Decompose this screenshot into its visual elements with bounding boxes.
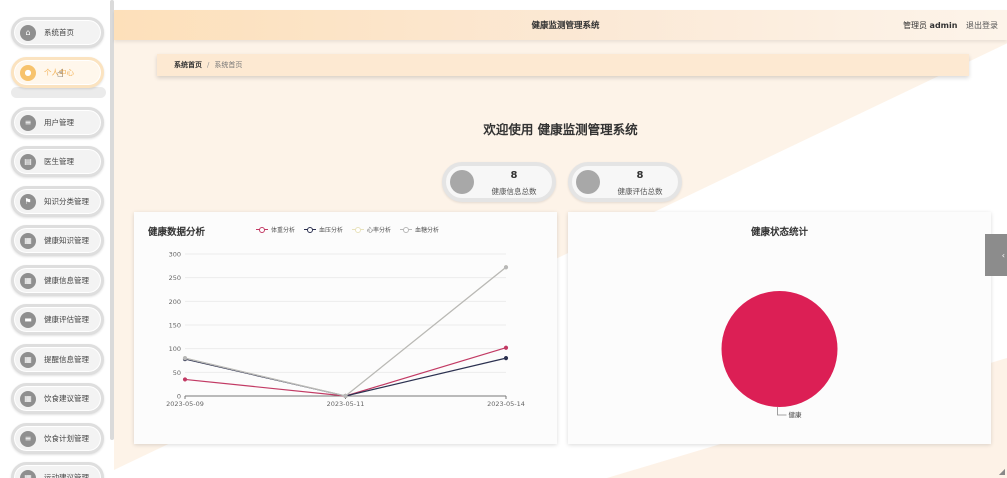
sidebar-item-label: 系统首页 bbox=[44, 28, 74, 37]
app-title: 健康监测管理系统 bbox=[531, 21, 600, 31]
sidebar-item-5[interactable]: ▦ 健康知识管理 bbox=[11, 225, 104, 256]
sidebar: ⌂ 系统首页 ● 个人中心 ≡ 用户管理 ▤ 医生管理 ⚑ 知识分类管理 ▦ 健康知识管理 ▦ 健康信息管… bbox=[0, 0, 114, 478]
home-icon: ⌂ bbox=[20, 24, 36, 41]
series-line bbox=[184, 266, 507, 397]
y-tick-label: 300 bbox=[169, 251, 181, 259]
sidebar-item-label: 医生管理 bbox=[44, 157, 74, 166]
sidebar-item-0[interactable]: ⌂ 系统首页 bbox=[11, 17, 104, 48]
grid-icon: ▦ bbox=[20, 232, 36, 249]
sidebar-item-3[interactable]: ▤ 医生管理 bbox=[11, 146, 104, 177]
sidebar-item-label: 知识分类管理 bbox=[44, 197, 89, 206]
sidebar-item-11[interactable]: ▦ 运动建议管理 bbox=[11, 462, 104, 478]
side-panel-toggle[interactable]: ‹ bbox=[985, 234, 1007, 276]
user-role: 管理员 bbox=[903, 20, 927, 30]
data-point bbox=[503, 345, 509, 350]
sidebar-item-label: 健康评估管理 bbox=[44, 315, 89, 324]
sidebar-item-label: 提醒信息管理 bbox=[44, 355, 89, 364]
grid-icon: ▦ bbox=[20, 351, 36, 368]
stat-label: 健康信息总数 bbox=[491, 187, 537, 196]
list-icon: ≡ bbox=[20, 114, 36, 131]
sidebar-item-label: 饮食计划管理 bbox=[44, 434, 89, 443]
welcome-heading: 欢迎使用 健康监测管理系统 bbox=[483, 122, 638, 137]
form-icon: ▬ bbox=[20, 311, 36, 328]
pie-slice[interactable] bbox=[721, 291, 838, 407]
top-header: 健康监测管理系统 管理员 admin 退出登录 bbox=[114, 10, 1007, 40]
breadcrumb-home[interactable]: 系统首页 bbox=[174, 60, 202, 70]
stat-card-health-assessment[interactable]: 8 健康评估总数 bbox=[568, 162, 682, 202]
grid-icon: ▦ bbox=[20, 390, 36, 407]
doctor-icon: ▤ bbox=[20, 153, 36, 170]
data-point bbox=[182, 356, 188, 361]
breadcrumb-separator: / bbox=[207, 61, 210, 69]
sidebar-item-label: 健康信息管理 bbox=[44, 276, 89, 285]
sidebar-item-label: 用户管理 bbox=[44, 118, 74, 127]
y-tick-label: 100 bbox=[169, 345, 181, 353]
list-icon: ≡ bbox=[20, 430, 36, 447]
stat-label: 健康评估总数 bbox=[617, 187, 663, 196]
grid-icon: ▦ bbox=[20, 469, 36, 478]
x-tick-label: 2023-05-11 bbox=[327, 400, 365, 408]
flag-icon: ⚑ bbox=[20, 193, 36, 210]
y-tick-label: 200 bbox=[169, 298, 181, 306]
y-tick-label: 150 bbox=[169, 322, 181, 330]
series-line bbox=[184, 266, 507, 397]
resize-grip-icon: ◢ bbox=[998, 467, 1005, 476]
pie-label-leader bbox=[777, 407, 787, 416]
data-point bbox=[503, 356, 509, 361]
line-chart: 0501001502002503002023-05-09 2023-05-11 20… bbox=[166, 251, 525, 409]
stat-value: 8 bbox=[510, 170, 518, 181]
pie-chart: 健康 bbox=[721, 291, 838, 419]
data-point bbox=[343, 393, 348, 399]
grid-icon: ▦ bbox=[20, 272, 36, 289]
breadcrumb: 系统首页 / 系统首页 bbox=[157, 54, 969, 76]
data-point bbox=[182, 377, 188, 382]
x-tick-label: 2023-05-09 bbox=[166, 400, 204, 408]
stat-icon bbox=[450, 170, 474, 194]
stat-card-health-info[interactable]: 8 健康信息总数 bbox=[442, 162, 556, 202]
sidebar-item-8[interactable]: ▦ 提醒信息管理 bbox=[11, 344, 104, 375]
y-tick-label: 50 bbox=[173, 369, 181, 377]
user-icon: ● bbox=[20, 64, 36, 81]
series-line bbox=[184, 357, 507, 397]
breadcrumb-current: 系统首页 bbox=[214, 61, 243, 69]
sidebar-item-label: 运动建议管理 bbox=[44, 473, 89, 478]
sidebar-item-label: 饮食建议管理 bbox=[44, 394, 89, 403]
pie-slice-label: 健康 bbox=[789, 410, 803, 419]
sidebar-item-6[interactable]: ▦ 健康信息管理 bbox=[11, 265, 104, 296]
sidebar-item-7[interactable]: ▬ 健康评估管理 bbox=[11, 304, 104, 335]
health-data-chart-panel: 健康数据分析 体重分析 血压分析 心率分析 血糖分析 0 50 100 150 200 250 3… bbox=[134, 212, 557, 444]
hand-cursor-icon: ☝ bbox=[57, 67, 64, 80]
stat-value: 8 bbox=[636, 170, 644, 181]
data-point bbox=[503, 265, 509, 270]
health-status-chart-panel: 健康状态统计 健康 bbox=[568, 212, 991, 444]
sidebar-item-9[interactable]: ▦ 饮食建议管理 bbox=[11, 383, 104, 414]
stat-icon bbox=[576, 170, 600, 194]
logout-button[interactable]: 退出登录 bbox=[966, 21, 998, 30]
sidebar-item-10[interactable]: ≡ 饮食计划管理 bbox=[11, 423, 104, 454]
x-tick-label: 2023-05-14 bbox=[487, 400, 525, 408]
sidebar-item-4[interactable]: ⚑ 知识分类管理 bbox=[11, 186, 104, 217]
sidebar-item-2[interactable]: ≡ 用户管理 bbox=[11, 107, 104, 138]
sidebar-item-label: 健康知识管理 bbox=[44, 236, 89, 245]
user-area: 管理员 admin 退出登录 bbox=[903, 20, 998, 31]
submenu-collapsed[interactable] bbox=[11, 87, 106, 98]
user-name: admin bbox=[929, 20, 958, 30]
y-tick-label: 250 bbox=[169, 274, 181, 282]
